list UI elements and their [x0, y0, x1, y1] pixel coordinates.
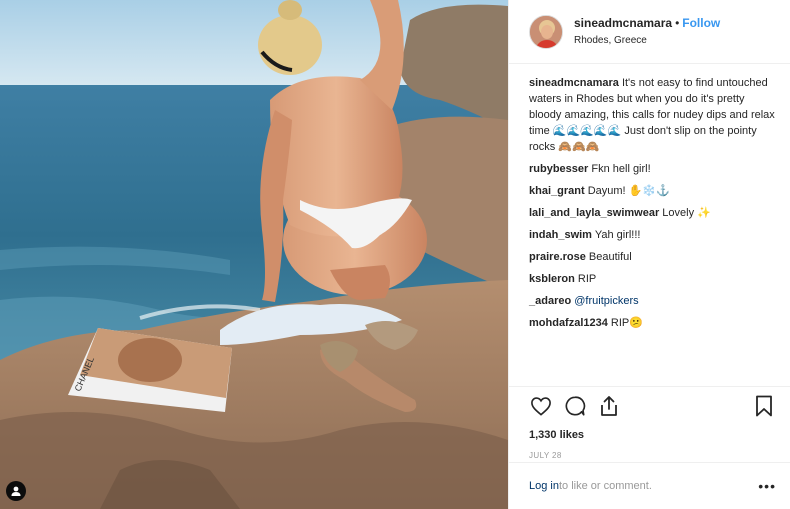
comment-item: _adareo @fruitpickers: [529, 293, 776, 309]
comment-item: praire.rose Beautiful: [529, 249, 776, 265]
post-actions-section: 1,330 likes JULY 28: [509, 386, 790, 462]
post-image: CHANEL: [0, 0, 508, 509]
comment-bubble-icon[interactable]: [563, 394, 587, 418]
post-date[interactable]: JULY 28: [529, 450, 776, 462]
login-link[interactable]: Log in: [529, 480, 559, 492]
comment-text: RIP😕: [607, 317, 643, 329]
comment-item: indah_swim Yah girl!!!: [529, 227, 776, 243]
comment-author[interactable]: mohdafzal1234: [529, 317, 608, 329]
comment-author[interactable]: praire.rose: [529, 251, 586, 263]
bookmark-icon[interactable]: [752, 394, 776, 418]
login-suffix: to like or comment.: [558, 480, 652, 492]
comment-author[interactable]: ksbleron: [529, 273, 575, 285]
comment-text: Dayum! ✋❄️⚓: [584, 185, 670, 197]
avatar[interactable]: [529, 14, 563, 49]
comment-author[interactable]: _adareo: [529, 295, 571, 307]
like-count[interactable]: 1,330 likes: [529, 427, 776, 443]
heart-icon[interactable]: [529, 394, 553, 418]
comment-item: ksbleron RIP: [529, 271, 776, 287]
comment-author[interactable]: indah_swim: [529, 229, 592, 241]
user-tag-icon[interactable]: [6, 481, 26, 501]
caption: sineadmcnamara It's not easy to find unt…: [529, 75, 776, 155]
comment-author[interactable]: sineadmcnamara: [529, 77, 619, 89]
location-link[interactable]: Rhodes, Greece: [574, 33, 720, 49]
share-icon[interactable]: [597, 394, 621, 418]
comment-text: Beautiful: [585, 251, 632, 263]
comment-item: lali_and_layla_swimwear Lovely ✨: [529, 205, 776, 221]
comments-list: sineadmcnamara It's not easy to find unt…: [509, 64, 790, 386]
more-options-icon[interactable]: •••: [758, 479, 776, 493]
comment-item: mohdafzal1234 RIP😕: [529, 315, 776, 331]
comment-text: Fkn hell girl!: [588, 163, 651, 175]
post-photo[interactable]: CHANEL: [0, 0, 508, 509]
comment-author[interactable]: khai_grant: [529, 185, 585, 197]
comment-item: khai_grant Dayum! ✋❄️⚓: [529, 183, 776, 199]
mention-link[interactable]: @fruitpickers: [574, 295, 638, 307]
follow-button[interactable]: Follow: [682, 16, 720, 30]
action-bar: [529, 387, 776, 425]
comment-author[interactable]: rubybesser: [529, 163, 588, 175]
comment-text: Yah girl!!!: [591, 229, 641, 241]
comment-text: RIP: [574, 273, 597, 285]
comment-text: Lovely ✨: [659, 207, 711, 219]
post-header: sineadmcnamara • Follow Rhodes, Greece: [509, 0, 790, 64]
username-link[interactable]: sineadmcnamara: [574, 16, 672, 30]
comment-item: rubybesser Fkn hell girl!: [529, 161, 776, 177]
post-sidebar: sineadmcnamara • Follow Rhodes, Greece sin…: [508, 0, 790, 509]
comment-author[interactable]: lali_and_layla_swimwear: [529, 207, 659, 219]
separator-dot: •: [675, 15, 680, 30]
login-prompt: Log in to like or comment. •••: [509, 462, 790, 509]
